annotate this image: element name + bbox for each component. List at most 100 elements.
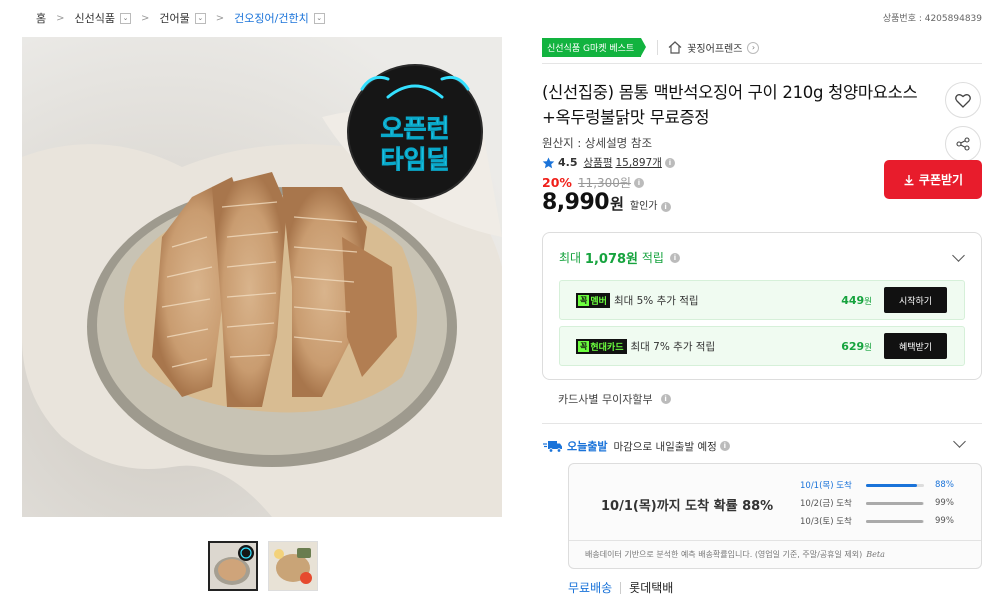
truck-icon: [543, 440, 562, 453]
points-prefix: 최대: [559, 251, 582, 265]
info-icon[interactable]: i: [719, 441, 730, 451]
probability-row: 10/2(금) 도착 99%: [800, 497, 954, 509]
probability-headline: 10/1(목)까지 도착 확률 88%: [601, 499, 774, 514]
download-icon: [904, 174, 914, 185]
breadcrumb-item-fresh-food[interactable]: 신선식품 ⌄: [75, 10, 131, 26]
thumbnail-2[interactable]: [268, 541, 318, 591]
benefit-amount: 449원: [841, 294, 872, 307]
category-best-badge[interactable]: 신선식품 G마켓 베스트: [542, 38, 647, 57]
chevron-down-icon[interactable]: ⌄: [120, 12, 131, 24]
chevron-right-icon: ›: [747, 41, 760, 54]
probability-bar: [866, 483, 924, 487]
shipping-row: 무료배송 롯데택배: [568, 579, 673, 596]
benefit-text: 최대 7% 추가 적립: [630, 340, 716, 353]
points-panel: 최대 1,078원 적립 i 꼭 멤버 최대 5% 추가 적립 449원 시작하기…: [542, 232, 982, 380]
chevron-down-icon[interactable]: [953, 435, 966, 448]
thumbnail-photo: [210, 543, 256, 589]
badge-label: 멤버: [590, 296, 607, 307]
probability-fill: [866, 483, 918, 487]
delivery-row: 오늘출발 마감으로 내일출발 예정 i: [543, 438, 730, 454]
breadcrumb-label[interactable]: 신선식품: [75, 10, 115, 26]
divider: [542, 423, 982, 424]
get-benefit-button[interactable]: 혜택받기: [884, 333, 947, 359]
start-button[interactable]: 시작하기: [884, 287, 947, 313]
today-ship-label: 오늘출발: [567, 440, 608, 453]
price-label: 할인가: [629, 201, 658, 212]
badge-k: 꼭: [578, 340, 590, 352]
discount-rate: 20%: [542, 175, 572, 190]
today-ship-text: 마감으로 내일출발 예정: [613, 440, 717, 453]
promo-badge-line2: 타임딜: [380, 145, 449, 174]
coupon-button-label[interactable]: 쿠폰받기: [919, 171, 963, 188]
product-badges: 신선식품 G마켓 베스트 꽃징어프렌즈 ›: [542, 38, 760, 57]
price-row: 8,990 원 할인가 i: [542, 190, 671, 215]
points-title[interactable]: 최대 1,078원 적립 i: [559, 248, 680, 267]
chevron-right-icon: >: [141, 12, 150, 24]
benefit-text: 최대 5% 추가 적립: [613, 294, 699, 307]
probability-fill: [866, 501, 924, 505]
probability-fill: [866, 519, 924, 523]
probability-note-text: 배송데이터 기반으로 분석한 예측 배송확률입니다. (영업일 기준, 주말/공…: [585, 550, 863, 559]
price-unit: 원: [610, 195, 624, 213]
star-icon: [542, 157, 555, 168]
info-icon[interactable]: i: [664, 157, 675, 168]
breadcrumb-item-home[interactable]: 홈: [36, 10, 46, 26]
hyundai-card-badge: 꼭 현대카드: [576, 338, 627, 354]
share-icon: [956, 137, 970, 151]
chevron-down-icon[interactable]: [952, 249, 965, 262]
breadcrumb-item-dried-seafood[interactable]: 건어물 ⌄: [159, 10, 206, 26]
breadcrumb-label[interactable]: 홈: [36, 10, 46, 26]
product-photo: 오픈런 타임딜: [22, 37, 502, 517]
benefit-amount-value: 629: [841, 339, 865, 353]
probability-pct: 88%: [935, 480, 954, 490]
chevron-down-icon[interactable]: ⌄: [194, 12, 206, 24]
probability-bar: [866, 519, 924, 523]
card-installment-label: 카드사별 무이자할부: [558, 393, 653, 406]
coupon-button[interactable]: 쿠폰받기: [884, 160, 982, 199]
share-button[interactable]: [945, 126, 981, 162]
info-icon[interactable]: i: [633, 177, 644, 188]
delivery-probability-panel: 10/1(목)까지 도착 확률 88% 10/1(목) 도착 88% 10/2(…: [568, 463, 982, 569]
heart-icon: [955, 93, 971, 108]
chevron-down-icon[interactable]: ⌄: [313, 12, 325, 24]
rating-row: 4.5 상품평 15,897개 i: [542, 155, 675, 170]
shipping-fee: 무료배송: [568, 581, 613, 595]
benefit-row-member: 꼭 멤버 최대 5% 추가 적립 449원 시작하기: [559, 280, 965, 320]
discount-row: 20% 11,300원 i: [542, 174, 644, 191]
origin-info: 원산지 : 상세설명 참조: [542, 136, 653, 150]
card-installment-row: 카드사별 무이자할부 i: [558, 391, 671, 407]
divider: [542, 63, 982, 64]
thumbnail-1[interactable]: [208, 541, 258, 591]
info-icon[interactable]: i: [660, 202, 671, 212]
rating-score: 4.5: [558, 156, 578, 169]
home-icon: [668, 41, 682, 54]
thumbnail-list: [208, 541, 318, 591]
breadcrumb: 홈 > 신선식품 ⌄ > 건어물 ⌄ > 건오징어/건한치 ⌄: [36, 10, 325, 26]
review-count[interactable]: 15,897개: [615, 155, 661, 170]
chevron-right-icon: >: [215, 12, 225, 24]
badge-label: 현대카드: [590, 342, 624, 353]
product-main-image[interactable]: 오픈런 타임딜: [22, 37, 502, 517]
product-title: (신선집중) 몸통 맥반석오징어 구이 210g 청양마요소스+옥두렁불닭맛 무…: [542, 83, 918, 127]
info-icon[interactable]: i: [660, 394, 671, 404]
probability-note: 배송데이터 기반으로 분석한 예측 배송확률입니다. (영업일 기준, 주말/공…: [585, 549, 885, 560]
benefit-row-hyundai-card: 꼭 현대카드 최대 7% 추가 적립 629원 혜택받기: [559, 326, 965, 366]
courier-name: 롯데택배: [629, 581, 674, 595]
breadcrumb-label[interactable]: 건오징어/건한치: [234, 10, 309, 26]
shop-link[interactable]: 꽃징어프렌즈 ›: [657, 40, 760, 55]
product-number: 상품번호 : 4205894839: [882, 14, 982, 24]
probability-date: 10/1(목) 도착: [800, 481, 852, 491]
wishlist-button[interactable]: [945, 82, 981, 118]
probability-row: 10/1(목) 도착 88%: [800, 479, 954, 491]
thumbnail-photo: [269, 542, 317, 590]
review-label[interactable]: 상품평: [584, 155, 613, 170]
info-icon[interactable]: i: [669, 252, 680, 263]
probability-pct: 99%: [935, 516, 954, 526]
probability-pct: 99%: [935, 498, 954, 508]
points-amount: 1,078원: [584, 252, 639, 267]
breadcrumb-item-dried-squid[interactable]: 건오징어/건한치 ⌄: [234, 10, 325, 26]
member-badge: 꼭 멤버: [576, 292, 610, 308]
shop-name[interactable]: 꽃징어프렌즈: [687, 40, 742, 55]
breadcrumb-label[interactable]: 건어물: [159, 10, 189, 26]
divider: [569, 540, 981, 541]
